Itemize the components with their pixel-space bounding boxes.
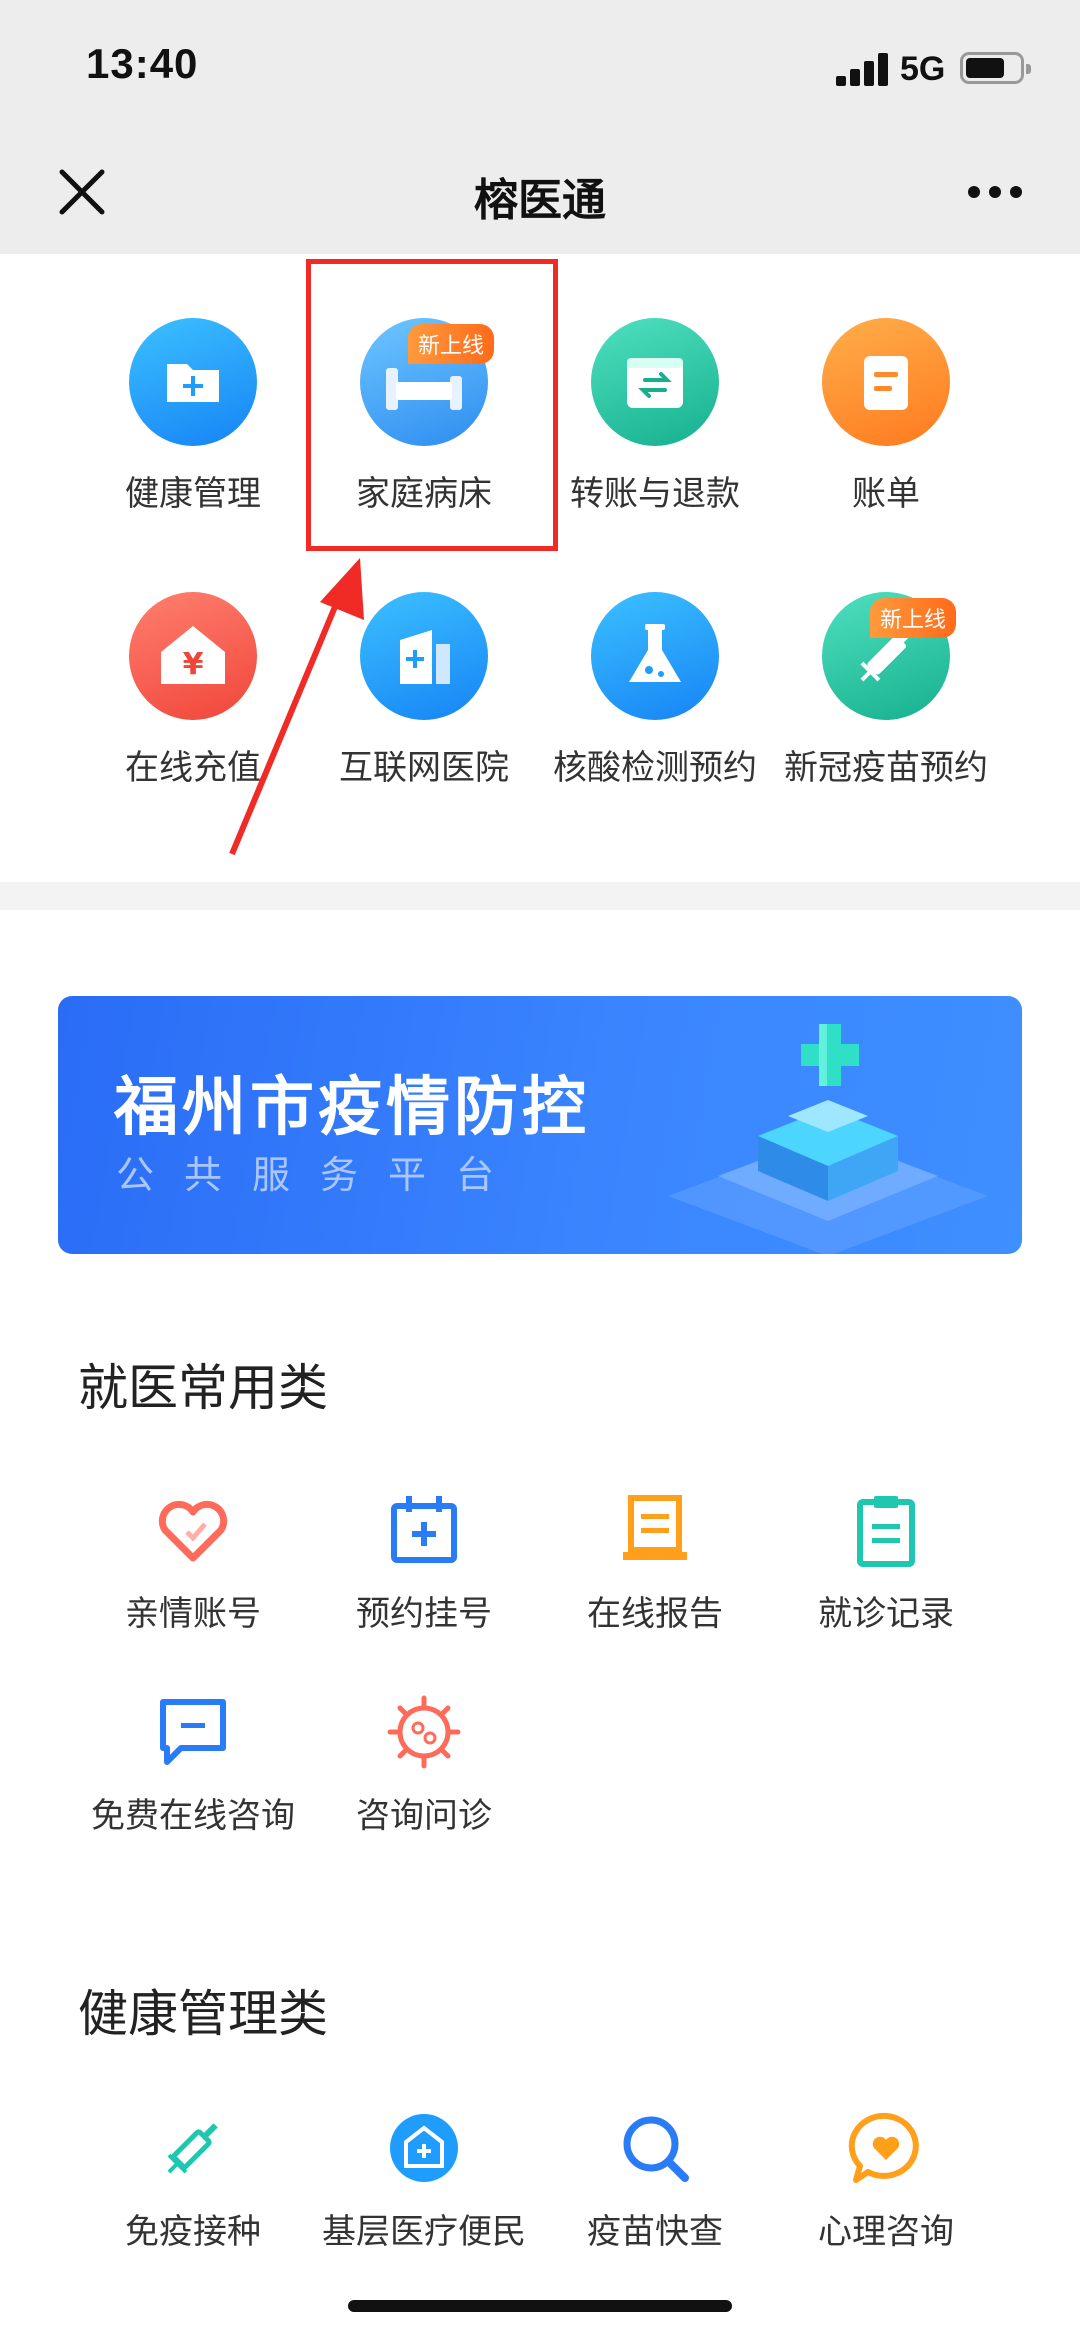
svg-text:¥: ¥ <box>183 647 204 682</box>
medical-platform-illustration <box>668 1024 988 1254</box>
more-button[interactable] <box>968 178 1032 206</box>
syringe-icon <box>153 2108 233 2188</box>
home-indicator[interactable] <box>348 2300 732 2312</box>
service-psych-consult[interactable]: 心理咨询 <box>771 2108 1001 2253</box>
arrow-annotation <box>229 558 364 856</box>
service-label: 账单 <box>852 475 920 513</box>
banner-subtitle: 公共服务平台 <box>116 1155 525 1197</box>
heart-icon <box>153 1490 233 1570</box>
syringe-icon: 新上线 <box>822 592 956 720</box>
flask-icon <box>591 592 719 720</box>
section-title-health: 健康管理类 <box>78 1986 328 2042</box>
service-visit-record[interactable]: 就诊记录 <box>771 1490 1001 1635</box>
service-transfer-refund[interactable]: 转账与退款 <box>540 318 770 515</box>
service-free-consult[interactable]: 免费在线咨询 <box>78 1692 308 1837</box>
status-time: 13:40 <box>86 40 199 87</box>
title-bar: 榕医通 <box>0 130 1080 254</box>
clipboard-icon <box>846 1490 926 1570</box>
service-label: 核酸检测预约 <box>553 749 757 787</box>
service-label: 咨询问诊 <box>356 1797 492 1835</box>
service-health-management[interactable]: 健康管理 <box>78 318 308 515</box>
status-bar: 13:40 5G <box>0 0 1080 130</box>
service-nucleic-test[interactable]: 核酸检测预约 <box>540 592 770 789</box>
service-label: 亲情账号 <box>125 1595 261 1633</box>
service-immunization[interactable]: 免疫接种 <box>78 2108 308 2253</box>
bill-icon <box>822 318 950 446</box>
service-vaccine-lookup[interactable]: 疫苗快查 <box>540 2108 770 2253</box>
service-online-report[interactable]: 在线报告 <box>540 1490 770 1635</box>
network-type: 5G <box>900 50 946 88</box>
service-primary-care[interactable]: 基层医疗便民 <box>309 2108 539 2253</box>
report-icon <box>615 1490 695 1570</box>
chat-icon <box>153 1692 233 1772</box>
folder-plus-icon <box>129 318 257 446</box>
service-appointment[interactable]: 预约挂号 <box>309 1490 539 1635</box>
highlight-box <box>306 259 558 551</box>
epidemic-banner[interactable]: 福州市疫情防控 公共服务平台 <box>58 996 1022 1254</box>
battery-icon <box>960 52 1031 84</box>
more-dot-icon <box>989 186 1001 198</box>
service-label: 在线报告 <box>587 1595 723 1633</box>
service-label: 转账与退款 <box>570 475 740 513</box>
signal-icon <box>836 52 892 86</box>
section-title-medical: 就医常用类 <box>78 1360 328 1416</box>
heart-chat-icon <box>846 2108 926 2188</box>
service-label: 免疫接种 <box>125 2213 261 2251</box>
service-inquiry[interactable]: 咨询问诊 <box>309 1692 539 1837</box>
new-badge: 新上线 <box>869 598 956 638</box>
calendar-plus-icon <box>384 1490 464 1570</box>
service-bill[interactable]: 账单 <box>771 318 1001 515</box>
service-covid-vaccine[interactable]: 新上线 新冠疫苗预约 <box>771 592 1001 789</box>
banner-title: 福州市疫情防控 <box>114 1071 590 1143</box>
service-label: 心理咨询 <box>818 2213 954 2251</box>
virus-icon <box>384 1692 464 1772</box>
service-label: 新冠疫苗预约 <box>784 749 988 787</box>
service-label: 健康管理 <box>125 475 261 513</box>
search-icon <box>615 2108 695 2188</box>
service-label: 预约挂号 <box>356 1595 492 1633</box>
service-label: 疫苗快查 <box>587 2213 723 2251</box>
more-dot-icon <box>1010 186 1022 198</box>
clinic-icon <box>384 2108 464 2188</box>
service-label: 基层医疗便民 <box>322 2213 526 2251</box>
service-label: 就诊记录 <box>818 1595 954 1633</box>
service-label: 免费在线咨询 <box>91 1797 295 1835</box>
transfer-icon <box>591 318 719 446</box>
page-title: 榕医通 <box>474 176 606 225</box>
more-dot-icon <box>968 186 980 198</box>
section-divider <box>0 882 1080 910</box>
service-family-account[interactable]: 亲情账号 <box>78 1490 308 1635</box>
